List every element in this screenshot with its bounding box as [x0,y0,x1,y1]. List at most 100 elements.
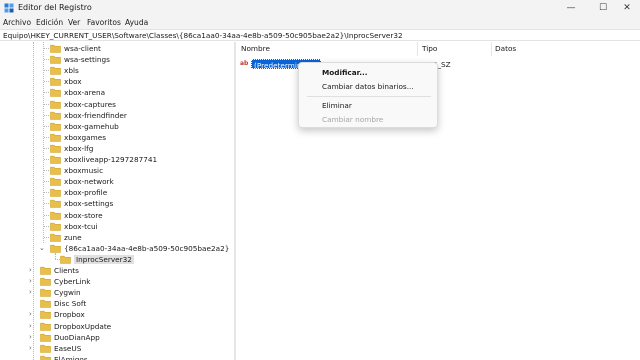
chevron-right-icon[interactable]: › [29,311,36,318]
key-tree[interactable]: wsa-client wsa-settings xbls xbox xbox-arena… [0,42,234,360]
tree-item-label: xboxmusic [64,166,104,176]
folder-icon [50,133,61,142]
tree-item[interactable]: › EaseUS [0,343,234,354]
tree-item[interactable]: wsa-settings [0,54,234,65]
folder-icon [50,155,61,164]
folder-icon [40,322,51,331]
tree-item-label: EaseUS [54,343,82,353]
tree-item-label: xbox-gamehub [64,121,119,131]
folder-icon [50,78,61,87]
tree-item-label: Dropbox [54,310,85,320]
tree-item[interactable]: xbox-lfg [0,143,234,154]
address-path[interactable]: Equipo\HKEY_CURRENT_USER\Software\Classe… [3,31,403,40]
column-header-data[interactable]: Datos [495,44,516,53]
menu-item-cambiar-datos-binarios[interactable]: Cambiar datos binarios... [322,82,414,91]
folder-icon [50,233,61,242]
tree-item[interactable]: xbox-profile [0,187,234,198]
tree-item[interactable]: xboxmusic [0,165,234,176]
folder-icon [40,266,51,275]
tree-item-label: Clients [54,266,79,275]
tree-item-label: xbox-captures [64,99,116,109]
tree-item-label: ElAmigos [54,354,88,360]
tree-item[interactable]: Disc Soft [0,298,234,309]
title-bar: Editor del Registro — ☐ ✕ [0,0,640,16]
folder-icon [50,178,61,186]
folder-icon [40,277,51,286]
menu-item-cambiar-nombre: Cambiar nombre [322,115,384,124]
tree-item[interactable]: xbls [0,65,234,76]
tree-item[interactable]: xbox-gamehub [0,121,234,132]
folder-icon [40,300,51,309]
tree-item[interactable]: › Dropbox [0,309,234,320]
menu-item-eliminar[interactable]: Eliminar [322,101,352,110]
menu-archivo[interactable]: Archivo [3,18,31,27]
folder-icon [50,44,61,53]
tree-item-label: xboxgames [64,132,107,142]
menu-favoritos[interactable]: Favoritos [87,18,121,27]
tree-item[interactable]: › DuoDianApp [0,332,234,343]
tree-item-label: xbox [64,77,82,87]
chevron-right-icon[interactable]: › [29,322,36,330]
tree-item[interactable]: xboxliveapp-1297287741 [0,154,234,165]
tree-item[interactable]: xbox-friendfinder [0,110,234,121]
tree-item[interactable]: ⌄ {86ca1aa0-34aa-4e8b-a509-50c905bae2a2} [0,243,234,254]
column-divider[interactable] [491,42,492,56]
column-divider[interactable] [417,42,418,56]
context-menu: Modificar... Cambiar datos binarios... E… [298,62,438,128]
tree-item[interactable]: xbox-tcui [0,221,234,232]
chevron-down-icon[interactable]: ⌄ [39,244,46,252]
menu-ayuda[interactable]: Ayuda [125,18,148,27]
chevron-right-icon[interactable]: › [29,278,36,285]
tree-item-label: DropboxUpdate [54,321,112,331]
chevron-right-icon[interactable]: › [29,333,36,341]
column-header-name[interactable]: Nombre [241,44,270,53]
tree-item[interactable]: › CyberLink [0,276,234,287]
tree-item[interactable]: › DropboxUpdate [0,321,234,332]
folder-icon [50,166,61,175]
address-bar[interactable]: Equipo\HKEY_CURRENT_USER\Software\Classe… [0,29,640,41]
folder-icon [50,100,61,109]
tree-item-label: xbox-settings [64,199,114,209]
folder-icon [50,111,61,120]
tree-item[interactable]: zune [0,232,234,243]
chevron-right-icon[interactable]: › [29,289,36,296]
menu-item-modificar[interactable]: Modificar... [322,68,368,77]
values-list[interactable]: Nombre Tipo Datos ab (Predeterminado) RE… [236,42,640,360]
menu-edicion[interactable]: Edición [36,18,63,27]
tree-item[interactable]: › Clients [0,265,234,276]
close-button[interactable]: ✕ [612,0,640,16]
tree-item-label: zune [64,232,82,242]
tree-item[interactable]: xbox-captures [0,99,234,110]
string-value-icon: ab [240,60,249,67]
tree-item-label: DuoDianApp [54,332,100,342]
folder-icon [50,189,61,198]
folder-icon [40,344,51,353]
tree-item-label: InprocServer32 [74,254,134,264]
tree-item[interactable]: xbox-network [0,176,234,187]
column-header-type[interactable]: Tipo [422,44,437,53]
folder-icon [50,144,61,153]
menu-separator [307,96,431,97]
minimize-icon: — [566,3,576,13]
tree-item-label: xbox-profile [64,188,108,198]
tree-item-label: xbox-friendfinder [64,110,127,120]
minimize-button[interactable]: — [556,0,586,16]
folder-icon [50,122,61,131]
tree-item[interactable]: › Cygwin [0,287,234,298]
folder-icon [50,55,61,64]
menu-ver[interactable]: Ver [68,18,80,27]
tree-item[interactable]: ElAmigos [0,354,234,360]
tree-item[interactable]: xboxgames [0,132,234,143]
tree-item[interactable]: xbox-store [0,210,234,221]
folder-icon [40,311,51,320]
folder-icon [50,244,61,253]
tree-item[interactable]: xbox-arena [0,87,234,98]
tree-item[interactable]: xbox-settings [0,198,234,209]
chevron-right-icon[interactable]: › [29,344,36,352]
chevron-right-icon[interactable]: › [29,267,36,274]
tree-item-label: xbox-network [64,177,114,187]
folder-icon [50,222,61,231]
tree-item[interactable]: xbox [0,76,234,87]
tree-item[interactable]: wsa-client [0,43,234,54]
tree-item-selected[interactable]: InprocServer32 [0,254,234,265]
